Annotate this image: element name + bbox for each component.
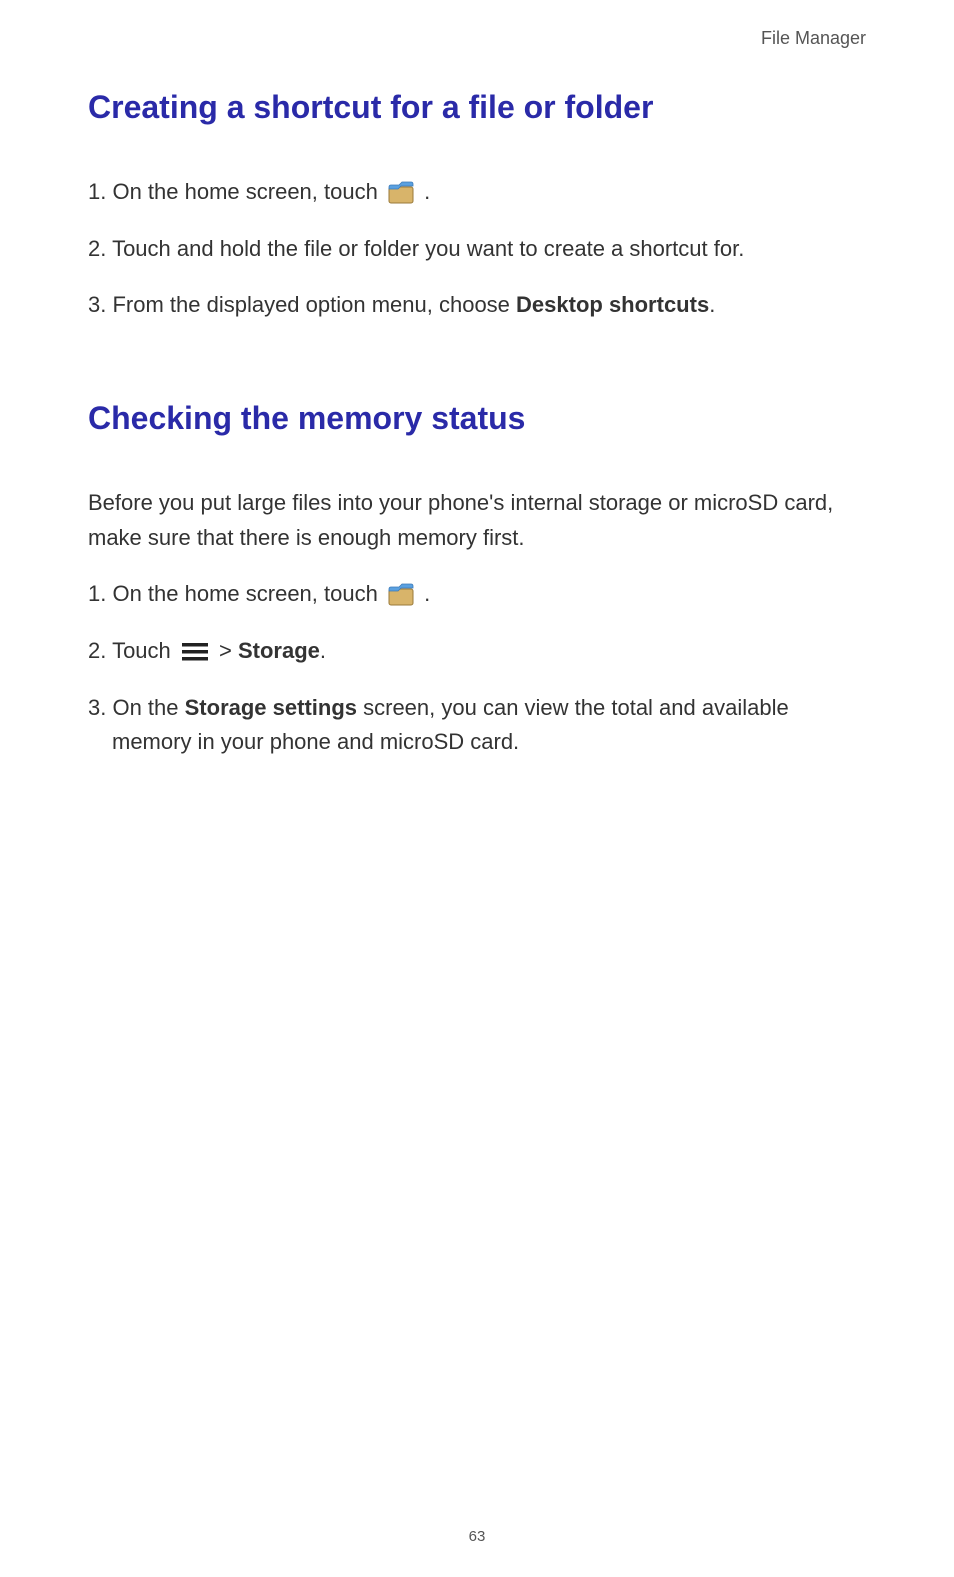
step3-text-mid: screen, you can view the total and avail…: [357, 695, 789, 720]
hamburger-menu-icon: [181, 635, 209, 669]
document-page: File Manager Creating a shortcut for a f…: [0, 0, 954, 759]
step1-text-prefix: 1. On the home screen, touch: [88, 581, 384, 606]
section1-step1: 1. On the home screen, touch .: [88, 175, 870, 210]
step3-text-cont: memory in your phone and microSD card.: [112, 725, 870, 759]
page-number: 63: [0, 1528, 954, 1545]
step2-text-mid: >: [219, 638, 238, 663]
heading-creating-shortcut: Creating a shortcut for a file or folder: [88, 87, 870, 127]
step2-text-suffix: .: [320, 638, 326, 663]
file-manager-icon: [388, 176, 414, 210]
file-manager-icon: [388, 578, 414, 612]
section2-step1: 1. On the home screen, touch .: [88, 577, 870, 612]
section1-step2: 2. Touch and hold the file or folder you…: [88, 232, 870, 266]
section1-step3: 3. From the displayed option menu, choos…: [88, 288, 870, 322]
section2-intro: Before you put large files into your pho…: [88, 486, 870, 554]
desktop-shortcuts-label: Desktop shortcuts: [516, 292, 709, 317]
heading-checking-memory: Checking the memory status: [88, 398, 870, 438]
step1-text-suffix: .: [424, 581, 430, 606]
step1-text-prefix: 1. On the home screen, touch: [88, 179, 384, 204]
step2-text-prefix: 2. Touch: [88, 638, 177, 663]
step3-text-suffix: .: [709, 292, 715, 317]
section2-step3: 3. On the Storage settings screen, you c…: [88, 691, 870, 759]
section2-step2: 2. Touch > Storage.: [88, 634, 870, 669]
step3-text-prefix: 3. On the: [88, 695, 185, 720]
step3-text-prefix: 3. From the displayed option menu, choos…: [88, 292, 516, 317]
storage-label: Storage: [238, 638, 320, 663]
storage-settings-label: Storage settings: [185, 695, 357, 720]
step1-text-suffix: .: [424, 179, 430, 204]
header-section-label: File Manager: [88, 28, 870, 49]
